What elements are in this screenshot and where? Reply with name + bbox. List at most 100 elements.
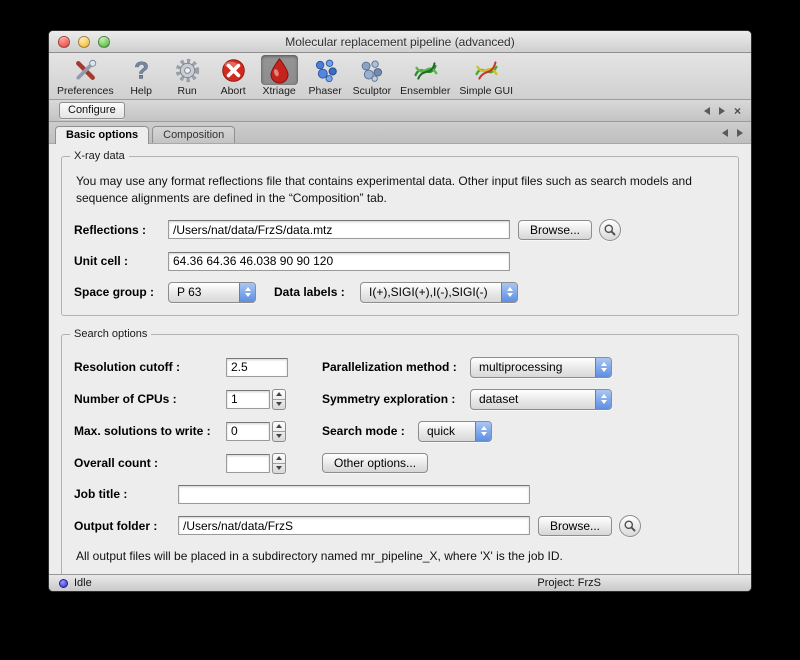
status-led-icon (59, 579, 68, 588)
num-cpus-input[interactable] (226, 390, 270, 409)
output-folder-browse-button[interactable]: Browse... (538, 516, 612, 536)
toolbar-label: Help (130, 85, 152, 97)
toolbar: Preferences ? Help Run (49, 53, 751, 100)
tab-composition[interactable]: Composition (152, 126, 235, 144)
max-solutions-spinner (226, 421, 286, 442)
output-folder-label: Output folder : (74, 519, 178, 533)
tab-close-icon[interactable]: × (734, 106, 741, 116)
close-window-button[interactable] (58, 36, 70, 48)
space-group-dropdown[interactable]: P 63 (168, 282, 256, 303)
space-group-row: Space group : P 63 Data labels : I(+),SI… (74, 282, 726, 303)
dropdown-arrows-icon (239, 283, 255, 302)
status-bar: Idle Project: FrzS (49, 574, 751, 591)
parallelization-value: multiprocessing (471, 360, 595, 375)
max-solutions-input[interactable] (226, 422, 270, 441)
stepper-up-icon[interactable] (273, 390, 285, 399)
toolbar-button-simple-gui[interactable]: Simple GUI (459, 55, 513, 97)
ensembler-icon (407, 55, 444, 85)
xtriage-icon (261, 55, 298, 85)
toolbar-button-ensembler[interactable]: Ensembler (400, 55, 450, 97)
toolbar-button-preferences[interactable]: Preferences (57, 55, 114, 97)
overall-count-input[interactable] (226, 454, 270, 473)
symmetry-label: Symmetry exploration : (322, 392, 470, 406)
abort-icon (215, 55, 252, 85)
toolbar-label: Simple GUI (459, 85, 513, 97)
symmetry-dropdown[interactable]: dataset (470, 389, 612, 410)
tab-configure[interactable]: Configure (59, 102, 125, 119)
stepper-up-icon[interactable] (273, 422, 285, 431)
num-cpus-spinner (226, 389, 286, 410)
output-note: All output files will be placed in a sub… (76, 549, 724, 563)
basic-options-panel: X-ray data You may use any format reflec… (49, 143, 751, 576)
toolbar-button-xtriage[interactable]: Xtriage (261, 55, 298, 97)
parallelization-dropdown[interactable]: multiprocessing (470, 357, 612, 378)
other-options-button[interactable]: Other options... (322, 453, 428, 473)
job-title-input[interactable] (178, 485, 530, 504)
sculptor-icon (353, 55, 390, 85)
tab-basic-options[interactable]: Basic options (55, 126, 149, 144)
search-mode-label: Search mode : (322, 424, 418, 438)
parallelization-label: Parallelization method : (322, 360, 470, 374)
dropdown-arrows-icon (475, 422, 491, 441)
phaser-icon (307, 55, 344, 85)
reflections-label: Reflections : (74, 223, 168, 237)
toolbar-label: Abort (221, 85, 246, 97)
reflections-input[interactable] (168, 220, 510, 239)
toolbar-label: Phaser (308, 85, 341, 97)
toolbar-label: Run (177, 85, 196, 97)
toolbar-button-abort[interactable]: Abort (215, 55, 252, 97)
overall-count-stepper[interactable] (272, 453, 286, 474)
tab-scroll-left-icon[interactable] (704, 107, 710, 115)
overall-count-label: Overall count : (74, 456, 226, 470)
resolution-cutoff-input[interactable] (226, 358, 288, 377)
reflections-browse-button[interactable]: Browse... (518, 220, 592, 240)
stepper-down-icon[interactable] (273, 463, 285, 473)
option-scroll-left-icon[interactable] (722, 129, 728, 137)
overall-count-row: Overall count : Other options... (74, 453, 726, 474)
stepper-down-icon[interactable] (273, 399, 285, 409)
output-folder-input[interactable] (178, 516, 530, 535)
zoom-window-button[interactable] (98, 36, 110, 48)
search-mode-value: quick (419, 424, 475, 439)
toolbar-label: Ensembler (400, 85, 450, 97)
max-solutions-label: Max. solutions to write : (74, 424, 226, 438)
resolution-row: Resolution cutoff : Parallelization meth… (74, 357, 726, 378)
xray-group-title: X-ray data (70, 150, 129, 162)
option-scroll-right-icon[interactable] (737, 129, 743, 137)
toolbar-button-help[interactable]: ? Help (123, 55, 160, 97)
app-window: Molecular replacement pipeline (advanced… (48, 30, 752, 592)
traffic-lights (49, 36, 110, 48)
search-options-group: Search options Resolution cutoff : Paral… (61, 334, 739, 576)
output-folder-inspect-button[interactable] (619, 515, 641, 537)
toolbar-label: Preferences (57, 85, 114, 97)
xray-description: You may use any format reflections file … (76, 173, 706, 208)
data-labels-dropdown[interactable]: I(+),SIGI(+),I(-),SIGI(-) (360, 282, 518, 303)
toolbar-button-run[interactable]: Run (169, 55, 206, 97)
option-tab-nav (722, 129, 745, 137)
unit-cell-label: Unit cell : (74, 254, 168, 268)
overall-count-spinner (226, 453, 286, 474)
unit-cell-input[interactable] (168, 252, 510, 271)
stepper-up-icon[interactable] (273, 454, 285, 463)
num-cpus-stepper[interactable] (272, 389, 286, 410)
max-solutions-stepper[interactable] (272, 421, 286, 442)
job-title-label: Job title : (74, 487, 178, 501)
search-mode-dropdown[interactable]: quick (418, 421, 492, 442)
toolbar-button-sculptor[interactable]: Sculptor (353, 55, 392, 97)
toolbar-button-phaser[interactable]: Phaser (307, 55, 344, 97)
space-group-value: P 63 (169, 285, 239, 300)
search-group-title: Search options (70, 328, 151, 340)
space-group-label: Space group : (74, 285, 168, 299)
magnifier-icon (603, 223, 617, 237)
title-bar[interactable]: Molecular replacement pipeline (advanced… (49, 31, 751, 53)
minimize-window-button[interactable] (78, 36, 90, 48)
tab-scroll-right-icon[interactable] (719, 107, 725, 115)
dropdown-arrows-icon (595, 390, 611, 409)
project-label: Project: FrzS (537, 577, 601, 589)
reflections-inspect-button[interactable] (599, 219, 621, 241)
toolbar-label: Sculptor (353, 85, 392, 97)
run-icon (169, 55, 206, 85)
dropdown-arrows-icon (501, 283, 517, 302)
stepper-down-icon[interactable] (273, 431, 285, 441)
data-labels-label: Data labels : (274, 285, 360, 299)
